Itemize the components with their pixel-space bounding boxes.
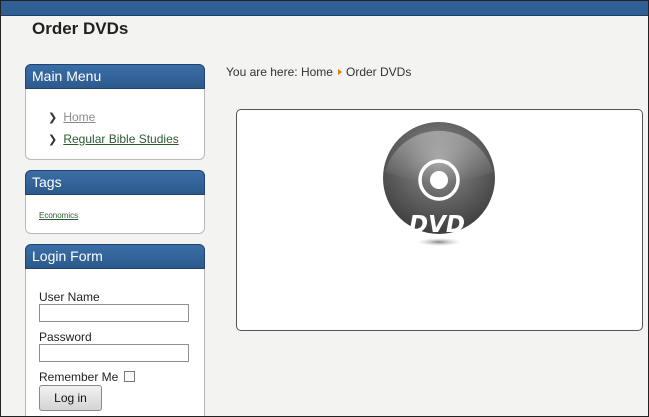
- password-label: Password: [39, 330, 92, 344]
- page-title: Order DVDs: [32, 19, 129, 38]
- main-menu-header: Main Menu: [25, 64, 205, 89]
- login-form-header: Login Form: [25, 244, 205, 269]
- breadcrumb: You are here: Home Order DVDs: [226, 65, 411, 79]
- login-button[interactable]: Log in: [39, 385, 102, 411]
- remember-me-label: Remember Me: [39, 370, 119, 384]
- remember-me-checkbox[interactable]: [124, 371, 135, 382]
- menu-item-home: ❯ Home: [48, 110, 95, 124]
- breadcrumb-separator-icon: [337, 69, 342, 76]
- breadcrumb-home-link[interactable]: Home: [301, 65, 333, 79]
- breadcrumb-prefix: You are here:: [226, 65, 298, 79]
- dvd-logo-text: DVD: [409, 212, 465, 238]
- username-label: User Name: [39, 290, 100, 304]
- main-menu-module: Main Menu ❯ Home ❯ Regular Bible Studies: [25, 64, 205, 160]
- login-form-module: Login Form User Name Password Remember M…: [25, 244, 205, 416]
- page-frame: Order DVDs Main Menu ❯ Home ❯ Regular Bi…: [0, 0, 649, 417]
- menu-item-regular-bible-studies: ❯ Regular Bible Studies: [48, 132, 179, 146]
- content-panel: DVD: [236, 109, 643, 331]
- top-header-bar: [1, 1, 648, 16]
- breadcrumb-current: Order DVDs: [345, 65, 412, 79]
- tag-link-economics[interactable]: Economics: [39, 211, 78, 220]
- menu-link-regular-bible-studies[interactable]: Regular Bible Studies: [63, 132, 178, 146]
- password-field[interactable]: [39, 344, 189, 362]
- menu-link-home[interactable]: Home: [63, 110, 95, 124]
- dvd-disc-icon: DVD: [383, 122, 495, 246]
- username-field[interactable]: [39, 304, 189, 322]
- chevron-right-icon: ❯: [48, 134, 58, 146]
- tags-header: Tags: [25, 170, 205, 195]
- chevron-right-icon: ❯: [48, 112, 58, 124]
- tags-module: Tags Economics: [25, 170, 205, 234]
